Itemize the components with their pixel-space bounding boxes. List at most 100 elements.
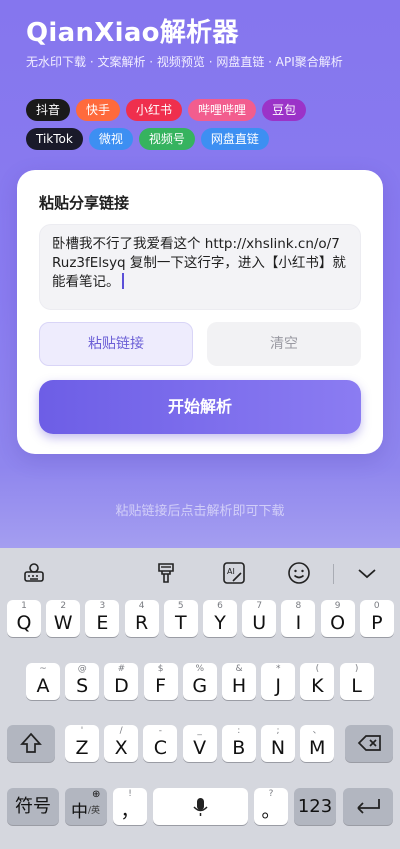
platform-chip[interactable]: 快手 bbox=[76, 99, 121, 121]
platform-chip[interactable]: 视频号 bbox=[138, 128, 195, 150]
key-secondary-label: * bbox=[275, 664, 281, 674]
key-secondary-label: 9 bbox=[334, 601, 341, 611]
key-secondary-label: _ bbox=[197, 726, 202, 736]
comma-key[interactable]: !， bbox=[113, 788, 147, 825]
key-c[interactable]: -C bbox=[143, 725, 178, 762]
key-z[interactable]: ' Z bbox=[65, 725, 99, 762]
platform-chip[interactable]: 豆包 bbox=[262, 99, 307, 121]
microphone-icon bbox=[193, 798, 208, 816]
key-secondary-label: & bbox=[235, 664, 243, 674]
backspace-key[interactable] bbox=[345, 725, 393, 762]
key-secondary-label: 8 bbox=[295, 601, 302, 611]
platform-chip[interactable]: 小红书 bbox=[126, 99, 183, 121]
key-j[interactable]: * J bbox=[261, 663, 296, 700]
key-u[interactable]: 7U bbox=[242, 600, 277, 637]
start-parse-button[interactable]: 开始解析 bbox=[39, 380, 361, 434]
key-label: I bbox=[295, 612, 302, 634]
key-b[interactable]: :B bbox=[221, 725, 256, 762]
enter-icon bbox=[357, 799, 380, 814]
symbols-key[interactable]: 符号 bbox=[7, 788, 59, 825]
key-k[interactable]: (K bbox=[300, 663, 335, 700]
link-card: 粘贴分享链接 卧槽我不行了我爱看这个 http://xhslink.cn/o/7… bbox=[17, 170, 383, 454]
key-n[interactable]: ; N bbox=[261, 725, 295, 762]
key-secondary-label: 6 bbox=[217, 601, 223, 611]
key-l[interactable]: ) L bbox=[339, 663, 374, 700]
key-secondary-label: - bbox=[158, 726, 163, 736]
platform-chip[interactable]: 网盘直链 bbox=[200, 128, 269, 150]
key-secondary-label: 5 bbox=[177, 601, 184, 611]
key-v[interactable]: _ V bbox=[182, 725, 217, 762]
handwriting-icon[interactable]: AI bbox=[221, 560, 247, 586]
key-h[interactable]: & H bbox=[222, 663, 256, 700]
key-m[interactable]: 、 M bbox=[300, 725, 335, 762]
key-label: S bbox=[76, 675, 89, 697]
toolbar-divider bbox=[333, 564, 334, 584]
language-key-label: 中 bbox=[71, 802, 88, 822]
language-key-alt-label: /英 bbox=[88, 806, 101, 816]
key-secondary-label: ! bbox=[128, 789, 132, 799]
key-y[interactable]: 6Y bbox=[203, 600, 237, 637]
collapse-keyboard-icon[interactable] bbox=[354, 560, 380, 586]
key-label: O bbox=[330, 612, 346, 634]
shift-key[interactable] bbox=[7, 725, 55, 762]
key-secondary-label: 2 bbox=[60, 601, 67, 611]
period-key[interactable]: ?。 bbox=[254, 788, 288, 825]
key-o[interactable]: 9O bbox=[320, 600, 355, 637]
paste-link-button[interactable]: 粘贴链接 bbox=[39, 322, 193, 366]
on-screen-keyboard: AI 1 Q 2 W 3 E 4 R 5 T 6 Y 7 U 8 I 9 O 0 P ~ A @ S # D $ F% G & H * J(K)… bbox=[0, 548, 400, 849]
key-w[interactable]: 2W bbox=[46, 600, 81, 637]
key-e[interactable]: 3E bbox=[85, 600, 120, 637]
platform-chip[interactable]: TikTok bbox=[26, 128, 83, 150]
key-secondary-label: ; bbox=[276, 726, 280, 736]
key-label: H bbox=[231, 675, 247, 697]
hint-text: 粘贴链接后点击解析即可下载 bbox=[115, 504, 285, 519]
key-label: T bbox=[174, 612, 187, 634]
key-i[interactable]: 8I bbox=[281, 600, 316, 637]
key-s[interactable]: @ S bbox=[65, 663, 100, 700]
key-secondary-label: : bbox=[237, 726, 241, 736]
key-p[interactable]: 0P bbox=[359, 600, 394, 637]
key-secondary-label: % bbox=[195, 664, 205, 674]
share-link-input[interactable]: 卧槽我不行了我爱看这个 http://xhslink.cn/o/7Ruz3fEl… bbox=[39, 224, 361, 310]
key-secondary-label: / bbox=[119, 726, 123, 736]
key-label: D bbox=[114, 675, 129, 697]
numbers-key[interactable]: 123 bbox=[294, 788, 336, 825]
text-format-icon[interactable] bbox=[153, 560, 179, 586]
key-r[interactable]: 4R bbox=[124, 600, 159, 637]
key-label: E bbox=[96, 612, 109, 634]
key-g[interactable]: % G bbox=[182, 663, 217, 700]
key-d[interactable]: # D bbox=[104, 663, 139, 700]
key-q[interactable]: 1Q bbox=[7, 600, 41, 637]
space-key[interactable] bbox=[153, 788, 248, 825]
key-label: G bbox=[192, 675, 208, 697]
platform-chip[interactable]: 微视 bbox=[88, 128, 133, 150]
app-title: QianXiao解析器 bbox=[26, 18, 239, 48]
key-label: K bbox=[311, 675, 324, 697]
emoji-icon[interactable] bbox=[286, 560, 312, 586]
key-label: Z bbox=[75, 737, 89, 759]
clear-button[interactable]: 清空 bbox=[207, 322, 361, 366]
language-switch-key[interactable]: 中/英 ⊕ bbox=[65, 788, 107, 825]
key-secondary-label: 4 bbox=[138, 601, 145, 611]
key-label: X bbox=[114, 737, 128, 759]
key-f[interactable]: $ F bbox=[143, 663, 178, 700]
platform-chip[interactable]: 哔哩哔哩 bbox=[188, 99, 257, 121]
key-a[interactable]: ~ A bbox=[26, 663, 60, 700]
key-label: Q bbox=[16, 612, 32, 634]
key-x[interactable]: / X bbox=[104, 725, 139, 762]
key-label: C bbox=[153, 737, 168, 759]
platform-chip[interactable]: 抖音 bbox=[26, 99, 71, 121]
enter-key[interactable] bbox=[343, 788, 393, 825]
key-t[interactable]: 5T bbox=[163, 600, 198, 637]
key-secondary-label: ( bbox=[315, 664, 320, 674]
keyboard-settings-icon[interactable] bbox=[21, 560, 47, 586]
key-label: V bbox=[193, 737, 207, 759]
key-secondary-label: 3 bbox=[99, 601, 106, 611]
key-secondary-label: $ bbox=[157, 664, 164, 674]
key-secondary-label: ~ bbox=[39, 664, 47, 674]
key-label: W bbox=[53, 612, 73, 634]
key-label: 。 bbox=[261, 800, 281, 822]
key-label: M bbox=[308, 737, 326, 759]
key-label: B bbox=[232, 737, 246, 759]
key-secondary-label: # bbox=[117, 664, 126, 674]
